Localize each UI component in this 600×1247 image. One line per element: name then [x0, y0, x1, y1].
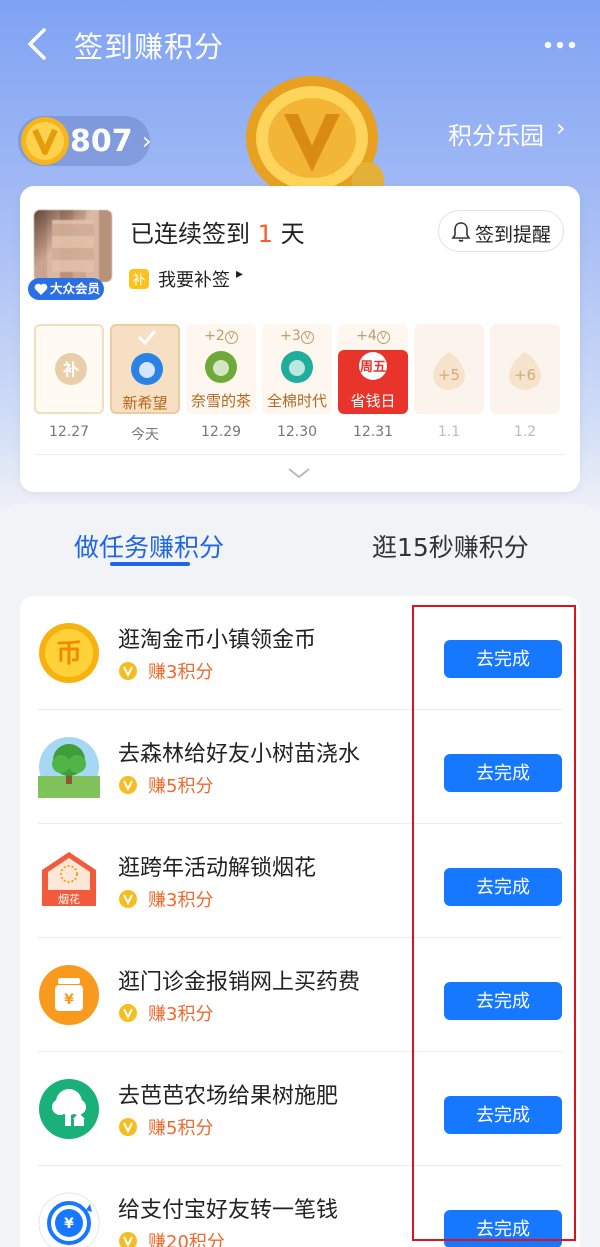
chevron-right-icon: ›: [556, 114, 566, 142]
brand-logo-icon: [205, 351, 237, 383]
points-coin-icon: [119, 776, 137, 794]
day-date: 12.31: [352, 424, 394, 440]
firework-icon: 烟花: [42, 852, 96, 906]
day-date: 1.2: [513, 424, 537, 440]
vip-badge: 大众会员: [28, 278, 104, 300]
day-brand-name: 省钱日: [350, 392, 396, 410]
future-bonus-icon: +6: [509, 352, 541, 390]
chevron-right-icon: ›: [142, 127, 152, 155]
task-title: 给支付宝好友转一笔钱: [118, 1198, 339, 1223]
medicine-jar-icon: ¥: [39, 965, 99, 1025]
task-title: 去森林给好友小树苗浇水: [118, 742, 361, 767]
points-park-link[interactable]: 积分乐园: [448, 116, 544, 151]
points-balance-pill[interactable]: 807 ›: [18, 116, 152, 166]
vip-label: 大众会员: [50, 281, 101, 296]
back-arrow-icon[interactable]: [22, 26, 52, 62]
points-coin-icon: [119, 1118, 137, 1136]
points-count: 807: [70, 124, 133, 159]
day-brand-name: 全棉时代: [266, 392, 327, 410]
streak-days: 1: [257, 220, 273, 248]
tree-icon: [38, 737, 100, 798]
highlight-annotation-box: [412, 605, 576, 1241]
task-title: 逛跨年活动解锁烟花: [118, 856, 317, 881]
brand-logo-icon: [131, 353, 163, 385]
avatar[interactable]: [34, 210, 112, 282]
farm-tree-icon: [39, 1079, 99, 1139]
task-points: 赚3积分: [148, 662, 214, 683]
future-bonus-icon: +5: [433, 352, 465, 390]
brand-logo-icon: [281, 351, 313, 383]
points-medal-icon: [246, 76, 384, 198]
svg-text:补: 补: [62, 360, 79, 379]
day-date: 12.27: [48, 424, 90, 440]
points-coin-icon: [21, 117, 69, 165]
points-coin-icon: [119, 1004, 137, 1022]
active-tab-indicator: [110, 562, 190, 566]
tab-tasks[interactable]: 做任务赚积分: [74, 528, 224, 564]
day-brand-name: 新希望: [122, 394, 168, 412]
day-cell: +4 V 周五 省钱日: [338, 324, 408, 414]
day-bonus: +2 V: [186, 328, 256, 344]
chevron-down-icon[interactable]: [286, 466, 312, 480]
svg-text:¥: ¥: [64, 1216, 74, 1232]
task-title: 逛淘金币小镇领金币: [118, 628, 317, 653]
task-title: 去芭芭农场给果树施肥: [118, 1084, 339, 1109]
streak-text: 已连续签到 1 天: [130, 220, 305, 248]
points-coin-icon: [119, 890, 137, 908]
day-date: 12.30: [276, 424, 318, 440]
day-date: 今天: [131, 427, 159, 443]
makeup-signin-link[interactable]: 我要补签: [158, 266, 230, 292]
points-coin-icon: [119, 1232, 137, 1247]
divider: [34, 454, 566, 455]
checkmark-icon: [137, 330, 157, 345]
transfer-icon: ¥: [38, 1192, 100, 1247]
tab-browse[interactable]: 逛15秒赚积分: [372, 528, 529, 564]
bell-icon: [451, 222, 471, 242]
shield-heart-icon: [34, 283, 48, 295]
day-cell: +3 V 全棉时代: [262, 324, 332, 414]
task-title: 逛门诊金报销网上买药费: [118, 970, 361, 995]
svg-text:+6: +6: [514, 366, 536, 384]
task-points: 赚5积分: [148, 776, 214, 797]
svg-text:+5: +5: [438, 366, 460, 384]
day-date: 1.1: [437, 424, 461, 440]
day-cell-makeup[interactable]: 补: [34, 324, 104, 414]
caret-right-icon: ▸: [236, 266, 244, 282]
signin-card: 大众会员 已连续签到 1 天 补 我要补签 ▸ 签到提醒 补 新希望 +2 V …: [20, 186, 580, 492]
makeup-day-icon: 补: [55, 353, 87, 385]
svg-text:¥: ¥: [64, 992, 74, 1008]
makeup-signin-icon: 补: [129, 269, 149, 289]
day-cell-today: 新希望: [110, 324, 180, 414]
svg-text:补: 补: [132, 273, 145, 288]
coin-icon: 币: [39, 623, 99, 683]
svg-text:烟花: 烟花: [58, 892, 80, 906]
task-points: 赚5积分: [148, 1118, 214, 1139]
svg-text:周五: 周五: [360, 360, 386, 375]
day-bonus: +3 V: [262, 328, 332, 344]
svg-text:币: 币: [56, 639, 82, 669]
day-cell: +5: [414, 324, 484, 414]
day-cell: +6: [490, 324, 560, 414]
points-coin-icon: [119, 662, 137, 680]
more-menu-icon[interactable]: [540, 30, 580, 60]
task-points: 赚20积分: [148, 1232, 225, 1247]
day-brand-name: 奈雪的茶: [190, 392, 251, 410]
page-title: 签到赚积分: [74, 30, 225, 64]
signin-reminder-button[interactable]: 签到提醒: [438, 210, 564, 252]
day-date: 12.29: [200, 424, 242, 440]
day-cell: +2 V 奈雪的茶: [186, 324, 256, 414]
task-points: 赚3积分: [148, 1004, 214, 1025]
task-points: 赚3积分: [148, 890, 214, 911]
day-bonus: +4 V: [338, 328, 408, 344]
